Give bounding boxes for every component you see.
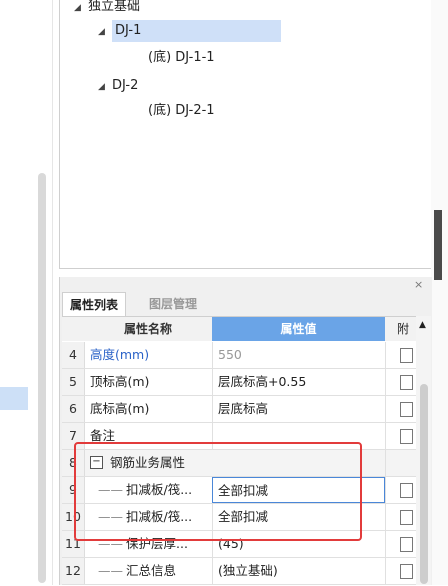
tree-item-label: DJ-2 [112, 78, 139, 93]
tab-property-list[interactable]: 属性列表 [62, 292, 127, 317]
tree-item-label: (底) DJ-1-1 [148, 50, 215, 65]
attach-cell [385, 342, 416, 368]
tree-connector: —— [98, 509, 123, 524]
tab-layer-management[interactable]: 图层管理 [142, 292, 204, 316]
attach-cell [385, 531, 416, 557]
property-name: 底标高(m) [90, 401, 150, 416]
attach-checkbox[interactable] [400, 483, 413, 498]
table-row[interactable]: 10 —— 扣减板/筏... 全部扣减 [62, 504, 416, 531]
attach-cell [385, 477, 416, 503]
attach-cell [385, 396, 416, 422]
attach-checkbox[interactable] [400, 510, 413, 525]
attach-cell [385, 504, 416, 530]
component-tree: ◢ 独立基础 ◢ DJ-1 (底) DJ-1-1 ◢ DJ-2 (底) DJ-2-1 [59, 0, 433, 269]
table-row[interactable]: 7 备注 [62, 423, 416, 450]
row-number: 9 [62, 477, 85, 503]
expand-arrow-icon[interactable]: ◢ [98, 76, 112, 98]
property-name: 备注 [90, 428, 116, 443]
table-row[interactable]: 12 —— 汇总信息 (独立基础) [62, 558, 416, 585]
tree-item-label: (底) DJ-2-1 [148, 103, 215, 118]
attach-checkbox[interactable] [400, 564, 413, 579]
tree-item-label: DJ-1 [112, 20, 281, 42]
tree-item-root[interactable]: ◢ 独立基础 [74, 0, 140, 18]
tree-connector: —— [98, 482, 123, 497]
header-attach[interactable]: 附 [385, 317, 416, 341]
group-name: 钢筋业务属性 [110, 455, 186, 470]
left-selected-item[interactable] [0, 387, 28, 410]
row-number: 5 [62, 369, 85, 395]
table-row[interactable]: 4 高度(mm) 550 [62, 342, 416, 369]
row-number: 10 [62, 504, 85, 530]
property-value[interactable]: 全部扣减 [212, 504, 385, 530]
tree-item-label: 独立基础 [88, 0, 141, 14]
row-number: 8 [62, 450, 85, 476]
attach-checkbox[interactable] [400, 537, 413, 552]
property-grid: 属性名称 属性值 附 4 高度(mm) 550 5 顶标高(m) 层底标高+0.… [62, 316, 416, 586]
scroll-up-icon[interactable]: ▲ [419, 320, 426, 330]
table-row[interactable]: 6 底标高(m) 层底标高 [62, 396, 416, 423]
tree-item-dj1-1[interactable]: (底) DJ-1-1 [148, 47, 215, 69]
row-number: 6 [62, 396, 85, 422]
property-name: 扣减板/筏... [126, 509, 193, 524]
table-row-group[interactable]: 8 − 钢筋业务属性 [62, 450, 416, 477]
property-value[interactable]: 550 [212, 342, 385, 368]
header-property-name[interactable]: 属性名称 [84, 317, 213, 341]
attach-cell [385, 369, 416, 395]
property-name: 顶标高(m) [90, 374, 150, 389]
tree-connector: —— [98, 563, 123, 578]
right-edge-panel [431, 0, 448, 585]
collapse-icon[interactable]: − [90, 456, 103, 469]
table-row[interactable]: 9 —— 扣减板/筏... 全部扣减 [62, 477, 416, 504]
attach-cell [385, 450, 416, 476]
left-divider [52, 0, 53, 585]
property-value[interactable] [212, 423, 385, 449]
property-value[interactable]: 层底标高+0.55 [212, 369, 385, 395]
property-value[interactable]: (45) [212, 531, 385, 557]
right-scrollbar-thumb[interactable] [434, 210, 442, 280]
row-number: 4 [62, 342, 85, 368]
property-value-editor[interactable]: 全部扣减 [212, 477, 385, 503]
left-scrollbar[interactable] [38, 173, 46, 583]
attach-checkbox[interactable] [400, 402, 413, 417]
property-name: 保护层厚... [126, 536, 188, 551]
table-row[interactable]: 11 —— 保护层厚... (45) [62, 531, 416, 558]
tree-connector: —— [98, 536, 123, 551]
header-row-number [62, 317, 85, 341]
property-value[interactable]: 层底标高 [212, 396, 385, 422]
row-number: 11 [62, 531, 85, 557]
row-number: 7 [62, 423, 85, 449]
table-row[interactable]: 5 顶标高(m) 层底标高+0.55 [62, 369, 416, 396]
grid-scrollbar[interactable]: ▲ [416, 316, 431, 585]
header-property-value[interactable]: 属性值 [212, 317, 385, 341]
tree-item-dj2-1[interactable]: (底) DJ-2-1 [148, 100, 215, 122]
close-icon[interactable]: × [414, 278, 423, 291]
property-name: 高度(mm) [90, 347, 150, 362]
tree-item-dj2[interactable]: ◢ DJ-2 [98, 75, 138, 97]
attach-checkbox[interactable] [400, 375, 413, 390]
property-name: 汇总信息 [126, 563, 177, 578]
expand-arrow-icon[interactable]: ◢ [74, 0, 88, 19]
attach-checkbox[interactable] [400, 429, 413, 444]
attach-cell [385, 558, 416, 584]
left-panel [0, 0, 59, 585]
property-value[interactable]: (独立基础) [212, 558, 385, 584]
scrollbar-thumb[interactable] [420, 384, 428, 584]
attach-cell [385, 423, 416, 449]
property-name: 扣减板/筏... [126, 482, 193, 497]
row-number: 12 [62, 558, 85, 584]
attach-checkbox[interactable] [400, 348, 413, 363]
expand-arrow-icon[interactable]: ◢ [98, 21, 112, 43]
tree-item-dj1[interactable]: ◢ DJ-1 [98, 20, 281, 42]
